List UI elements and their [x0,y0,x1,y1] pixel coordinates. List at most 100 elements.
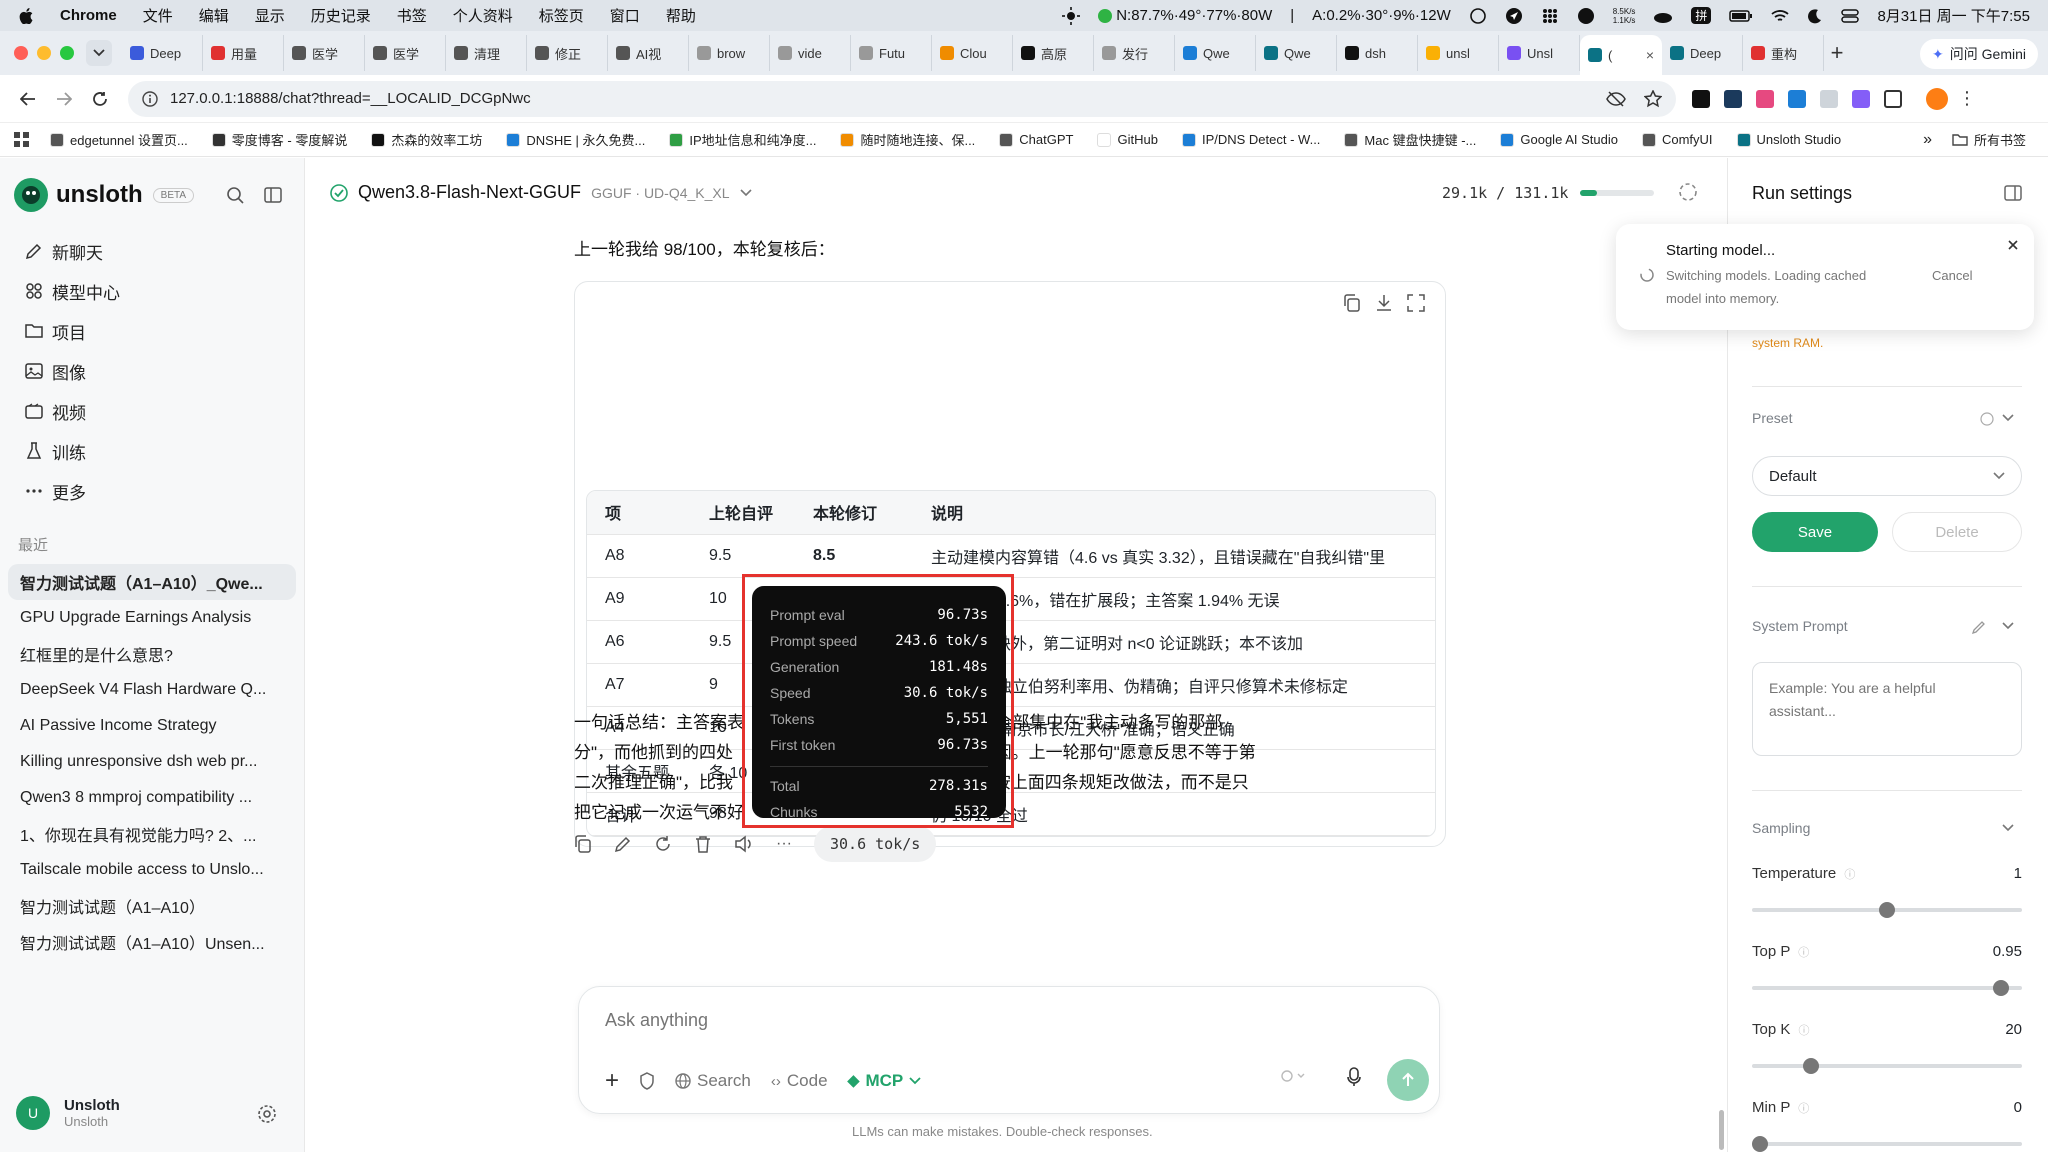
delete-button[interactable]: Delete [1892,512,2022,552]
sidebar-search-icon[interactable] [226,186,244,204]
wifi-icon[interactable] [1771,9,1790,23]
browser-menu-icon[interactable]: ⋮ [1958,88,1976,109]
sidebar-item-0[interactable]: 新聊天 [0,231,305,271]
recent-chat-item[interactable]: 智力测试试题（A1–A10）_Qwe... [8,564,296,600]
recent-chat-item[interactable]: 智力测试试题（A1–A10）Unsen... [0,924,290,960]
browser-tab-11[interactable]: 高原 [1013,35,1094,71]
recent-chat-item[interactable]: 1、你现在具有视觉能力吗? 2、... [0,816,290,852]
control-center-icon[interactable] [1841,8,1860,24]
sidebar-collapse-icon[interactable] [264,186,282,204]
browser-tab-0[interactable]: Deep [122,35,203,71]
browser-tab-8[interactable]: vide [770,35,851,71]
download-table-icon[interactable] [1375,294,1393,312]
gemini-button[interactable]: ✦ 问问 Gemini [1920,39,2038,69]
grid-dots-icon[interactable] [1541,7,1559,25]
top-k-knob[interactable] [1802,1058,1819,1074]
browser-tab-10[interactable]: Clou [932,35,1013,71]
bookmark-8[interactable]: IP/DNS Detect - W... [1181,130,1320,149]
sidebar-item-3[interactable]: 图像 [0,351,305,391]
top-p-info-icon[interactable]: ⓘ [1798,947,1809,959]
min-p-slider[interactable] [1752,1136,2022,1152]
purple-extension-icon[interactable] [1852,89,1870,108]
toast-cancel-button[interactable]: Cancel [1932,268,1972,283]
fullscreen-icon[interactable] [1407,294,1425,312]
moon-icon[interactable] [1807,8,1823,24]
sidebar-item-6[interactable]: 更多 [0,471,305,511]
speaker-icon[interactable] [734,835,754,853]
bookmark-10[interactable]: Google AI Studio [1500,130,1618,149]
shield-icon[interactable] [639,1072,655,1090]
copy-table-icon[interactable] [1343,294,1361,312]
temperature-slider[interactable] [1752,902,2022,918]
browser-tab-15[interactable]: dsh [1337,35,1418,71]
browser-tab-20[interactable]: 重构 [1743,35,1824,71]
panel-toggle-icon[interactable] [2004,184,2022,202]
browser-tab-9[interactable]: Futu [851,35,932,71]
loading-spinner-icon[interactable] [1678,182,1698,202]
apple-icon[interactable] [18,7,34,24]
browser-tab-3[interactable]: 医学 [365,35,446,71]
menu-bookmarks[interactable]: 书签 [397,5,427,26]
toast-close-icon[interactable] [2008,240,2018,250]
menu-edit[interactable]: 编辑 [199,5,229,26]
bookmark-4[interactable]: IP地址信息和纯净度... [669,130,816,149]
apps-grid-icon[interactable] [14,131,30,148]
bookmark-1[interactable]: 零度博客 - 零度解说 [211,130,347,149]
menu-profile[interactable]: 个人资料 [453,5,513,26]
recent-chat-item[interactable]: DeepSeek V4 Flash Hardware Q... [0,672,290,708]
battery-icon[interactable] [1729,9,1753,23]
top-k-slider[interactable] [1752,1058,2022,1074]
new-tab-icon[interactable]: + [1824,35,1850,71]
save-button[interactable]: Save [1752,512,1878,552]
chat-input[interactable] [605,1005,1405,1035]
bookmark-5[interactable]: 随时随地连接、保... [840,130,975,149]
bookmark-2[interactable]: 杰森的效率工坊 [371,130,482,149]
all-bookmarks[interactable]: 所有书签 [1952,130,2026,149]
preset-info-icon[interactable] [1980,412,1994,426]
sidebar-item-5[interactable]: 训练 [0,431,305,471]
preset-select[interactable]: Default [1752,456,2022,496]
sidebar-item-2[interactable]: 项目 [0,311,305,351]
blue-extension-icon[interactable] [1788,89,1806,108]
settings-gear-icon[interactable] [257,1104,277,1124]
maximize-window-icon[interactable] [60,46,74,60]
browser-tab-5[interactable]: 修正 [527,35,608,71]
menu-tabs[interactable]: 标签页 [539,5,584,26]
sampling-collapse-icon[interactable] [2002,824,2014,832]
min-p-knob[interactable] [1752,1136,1768,1152]
menu-help[interactable]: 帮助 [666,5,696,26]
close-window-icon[interactable] [14,46,28,60]
menu-app-name[interactable]: Chrome [60,7,117,24]
reload-icon[interactable] [86,91,114,107]
edit-icon[interactable] [614,835,632,853]
system-prompt-collapse-icon[interactable] [2002,622,2014,630]
bookmark-6[interactable]: ChatGPT [999,130,1073,149]
forward-arrow-icon[interactable] [50,91,78,107]
search-toggle[interactable]: Search [675,1071,751,1091]
copy-icon[interactable] [574,835,592,853]
browser-tab-14[interactable]: Qwe [1256,35,1337,71]
mcp-toggle[interactable]: ⬥ MCP [848,1071,922,1091]
puzzle-extensions-icon[interactable] [1884,89,1902,108]
lamp-icon[interactable] [1577,7,1595,25]
recent-chat-item[interactable]: GPU Upgrade Earnings Analysis [0,600,290,636]
bookmark-12[interactable]: Unsloth Studio [1736,130,1841,149]
browser-tab-7[interactable]: brow [689,35,770,71]
bookmark-9[interactable]: Mac 键盘快捷键 -... [1344,130,1476,149]
browser-tab-1[interactable]: 用量 [203,35,284,71]
browser-tab-18[interactable]: (× [1580,35,1662,75]
cloud-icon[interactable] [1653,7,1673,25]
more-actions-icon[interactable]: ··· [776,835,792,853]
input-method-badge[interactable]: 拼 [1691,7,1712,24]
site-info-icon[interactable] [142,90,158,107]
location-arrow-icon[interactable] [1505,7,1523,25]
minimize-window-icon[interactable] [37,46,51,60]
tab-close-icon[interactable]: × [1646,47,1654,63]
bookmark-star-icon[interactable] [1644,89,1662,108]
back-arrow-icon[interactable] [14,91,42,107]
browser-tab-6[interactable]: AI视 [608,35,689,71]
brand[interactable]: unsloth BETA [14,178,195,212]
menu-view[interactable]: 显示 [255,5,285,26]
menu-history[interactable]: 历史记录 [311,5,371,26]
address-bar[interactable]: 127.0.0.1:18888/chat?thread=__LOCALID_DC… [128,80,1676,117]
